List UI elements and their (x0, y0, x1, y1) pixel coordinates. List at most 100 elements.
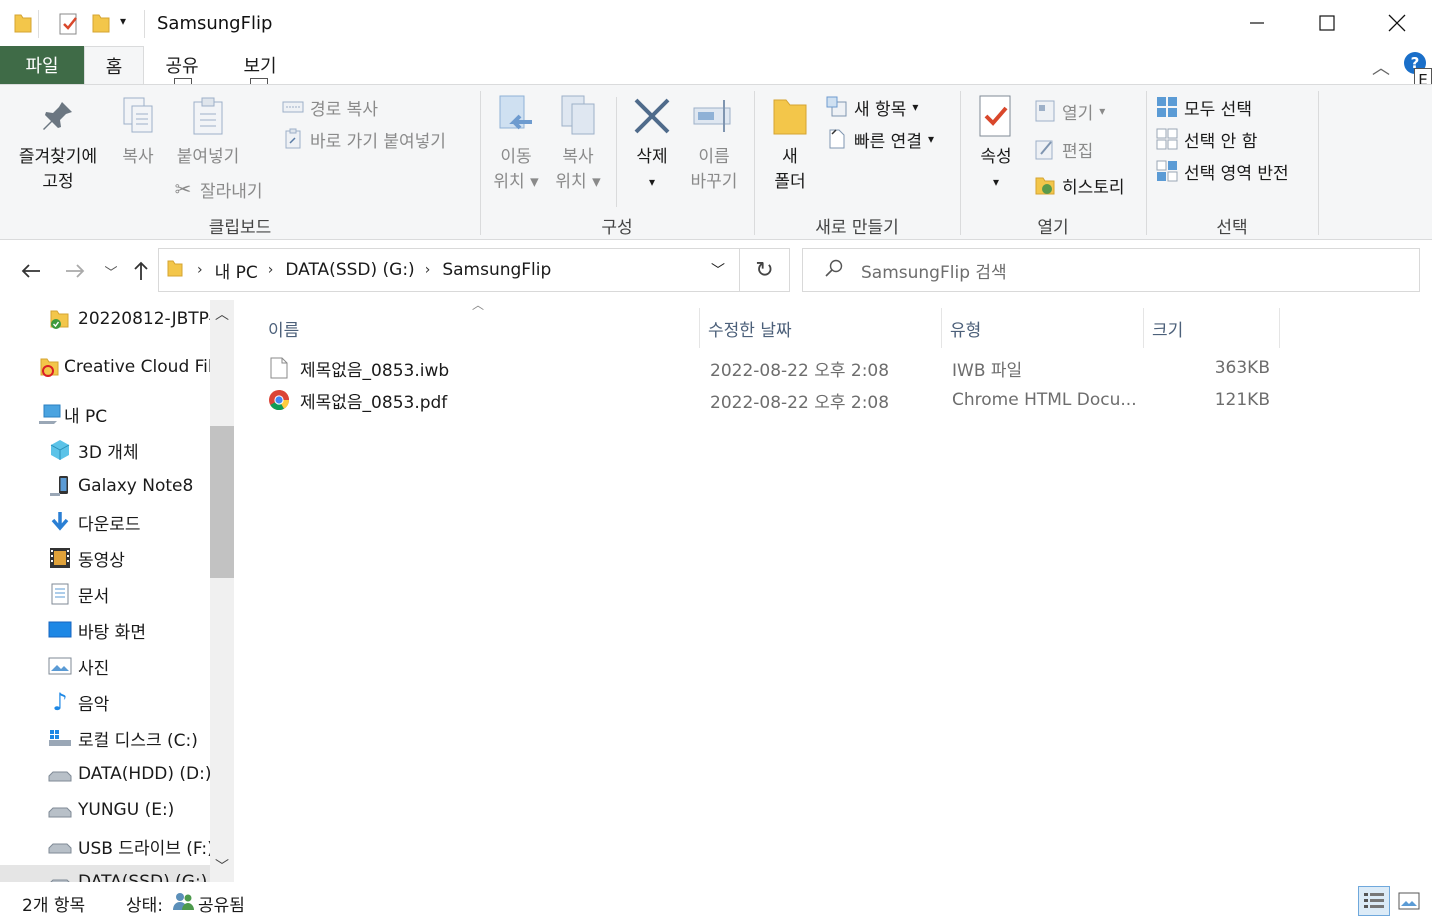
tree-item-drive-d[interactable]: DATA(HDD) (D:) (48, 757, 210, 791)
music-note-icon: ♪ (52, 688, 68, 716)
open-label: 열기 (1062, 103, 1094, 124)
open-group-label: 열기 (1037, 218, 1069, 238)
copy-path-button[interactable]: 경로 복사 (282, 93, 378, 121)
file-row[interactable]: 제목없음_0853.iwb 2022-08-22 오후 2:08 IWB 파일 … (260, 352, 1290, 384)
copy-icon (115, 93, 161, 139)
download-arrow-icon (48, 510, 72, 534)
copy-button[interactable]: 복사 (110, 93, 166, 170)
refresh-button[interactable]: ↻ (740, 248, 790, 292)
recent-locations-button[interactable]: ﹀ (96, 256, 126, 286)
back-button[interactable] (16, 256, 46, 286)
delete-x-icon (629, 93, 675, 139)
invert-selection-label: 선택 영역 반전 (1184, 163, 1289, 184)
synced-folder-icon (48, 307, 72, 331)
address-dropdown-icon[interactable]: ﹀ (711, 260, 725, 280)
up-button[interactable] (126, 256, 156, 286)
new-item-button[interactable]: 새 항목 ▾ (826, 93, 918, 121)
rename-button[interactable]: 이름 바꾸기 (682, 93, 746, 195)
select-all-icon (1156, 96, 1178, 118)
column-header-type[interactable]: 유형 (942, 308, 1144, 348)
ribbon: 즐겨찾기에 고정 복사 붙여넣기 경로 복사 바로 가기 붙여넣기 ✂ 잘라내기… (0, 84, 1432, 240)
address-bar[interactable]: › 내 PC › DATA(SSD) (G:) › SamsungFlip ﹀ (158, 248, 740, 292)
tab-home[interactable]: 홈 (84, 46, 144, 85)
close-button[interactable] (1362, 0, 1432, 46)
minimize-button[interactable] (1222, 0, 1292, 46)
invert-selection-icon (1156, 160, 1178, 182)
properties-button[interactable]: 속성 ▾ (966, 93, 1026, 195)
paste-shortcut-button[interactable]: 바로 가기 붙여넣기 (282, 125, 446, 153)
file-size: 121KB (1214, 390, 1270, 410)
edit-button[interactable]: 편집 (1034, 135, 1093, 163)
clipboard-group-label: 클립보드 (208, 218, 272, 238)
navigation-bar: ﹀ › 내 PC › DATA(SSD) (G:) › SamsungFlip … (0, 240, 1432, 300)
tree-item-documents[interactable]: 문서 (48, 577, 210, 611)
search-box[interactable]: SamsungFlip 검색 (802, 248, 1420, 292)
column-header-name[interactable]: 이름 (260, 308, 700, 348)
window-title: SamsungFlip (157, 13, 273, 34)
select-all-label: 모두 선택 (1184, 99, 1252, 120)
easy-access-button[interactable]: 빠른 연결 ▾ (826, 125, 934, 153)
status-label: 상태: (126, 896, 164, 916)
details-view-button[interactable] (1358, 886, 1390, 916)
paste-button[interactable]: 붙여넣기 (168, 93, 248, 170)
column-header-size[interactable]: 크기 (1144, 308, 1280, 348)
move-to-icon (493, 93, 539, 139)
status-value: 공유됨 (198, 896, 245, 916)
file-row[interactable]: 제목없음_0853.pdf 2022-08-22 오후 2:08 Chrome … (260, 384, 1290, 416)
tree-item-videos[interactable]: 동영상 (48, 541, 210, 575)
pin-to-quick-access-button[interactable]: 즐겨찾기에 고정 (8, 93, 108, 195)
pin-icon (35, 93, 81, 139)
tab-file[interactable]: 파일 (0, 46, 84, 84)
open-button[interactable]: 열기 ▾ (1034, 97, 1105, 125)
new-folder-qat-icon[interactable] (92, 12, 110, 36)
new-folder-label: 새 폴더 (774, 147, 806, 192)
new-folder-button[interactable]: 새 폴더 (760, 93, 820, 195)
select-all-button[interactable]: 모두 선택 (1156, 93, 1252, 121)
breadcrumb-samsungflip[interactable]: SamsungFlip (442, 260, 551, 280)
customize-qat-icon[interactable]: ▾ (120, 14, 126, 38)
forward-button[interactable] (60, 256, 90, 286)
tree-item-drive-g[interactable]: DATA(SSD) (G:) (0, 865, 210, 882)
breadcrumb-drive-g[interactable]: DATA(SSD) (G:) (285, 260, 414, 280)
picture-icon (48, 654, 72, 678)
select-none-button[interactable]: 선택 안 함 (1156, 125, 1257, 153)
tree-item-this-pc[interactable]: 내 PC (38, 397, 210, 431)
tree-item-3d-objects[interactable]: 3D 개체 (48, 433, 210, 467)
tree-item-creative-cloud[interactable]: Creative Cloud Files (38, 350, 210, 384)
select-group-label: 선택 (1216, 218, 1248, 238)
paste-icon (185, 93, 231, 139)
file-type: IWB 파일 (952, 360, 1023, 381)
paste-label: 붙여넣기 (176, 147, 240, 167)
breadcrumb-this-pc[interactable]: 내 PC (215, 258, 258, 283)
properties-qat-icon[interactable] (58, 12, 80, 36)
file-name-cell: 제목없음_0853.iwb (268, 352, 698, 384)
invert-selection-button[interactable]: 선택 영역 반전 (1156, 157, 1289, 185)
scroll-down-icon[interactable]: ﹀ (215, 856, 229, 876)
tree-item-music[interactable]: ♪ 음악 (48, 685, 210, 719)
history-button[interactable]: 히스토리 (1034, 171, 1125, 199)
tree-item-drive-e[interactable]: YUNGU (E:) (48, 793, 210, 827)
cut-button[interactable]: ✂ 잘라내기 (172, 175, 263, 203)
new-folder-icon (767, 93, 813, 139)
new-item-icon (826, 96, 848, 118)
tree-item-pictures[interactable]: 사진 (48, 649, 210, 683)
tree-item-drive-c[interactable]: 로컬 디스크 (C:) (48, 721, 210, 755)
scroll-up-icon[interactable]: ︿ (215, 304, 229, 324)
scrollbar-thumb[interactable] (210, 426, 234, 578)
collapse-ribbon-icon[interactable]: ︿ (1372, 54, 1390, 80)
nav-pane-scrollbar[interactable]: ︿ ﹀ (210, 300, 234, 882)
forward-arrow-icon (66, 264, 85, 278)
refresh-icon: ↻ (755, 257, 774, 283)
hard-drive-icon (48, 762, 72, 786)
copy-to-button[interactable]: 복사 위치 ▾ (548, 93, 608, 195)
tree-item-desktop[interactable]: 바탕 화면 (48, 613, 210, 647)
maximize-button[interactable] (1292, 0, 1362, 46)
tree-item-onedrive-folder[interactable]: 20220812-JBTP- (48, 302, 210, 336)
tree-item-downloads[interactable]: 다운로드 (48, 505, 210, 539)
tree-item-galaxy-note8[interactable]: Galaxy Note8 (48, 469, 210, 503)
column-header-date-modified[interactable]: 수정한 날짜 (700, 308, 942, 348)
tree-item-usb-drive[interactable]: USB 드라이브 (F:) (48, 829, 210, 863)
delete-button[interactable]: 삭제 ▾ (624, 93, 680, 195)
large-icons-view-button[interactable] (1394, 886, 1424, 916)
move-to-button[interactable]: 이동 위치 ▾ (486, 93, 546, 195)
